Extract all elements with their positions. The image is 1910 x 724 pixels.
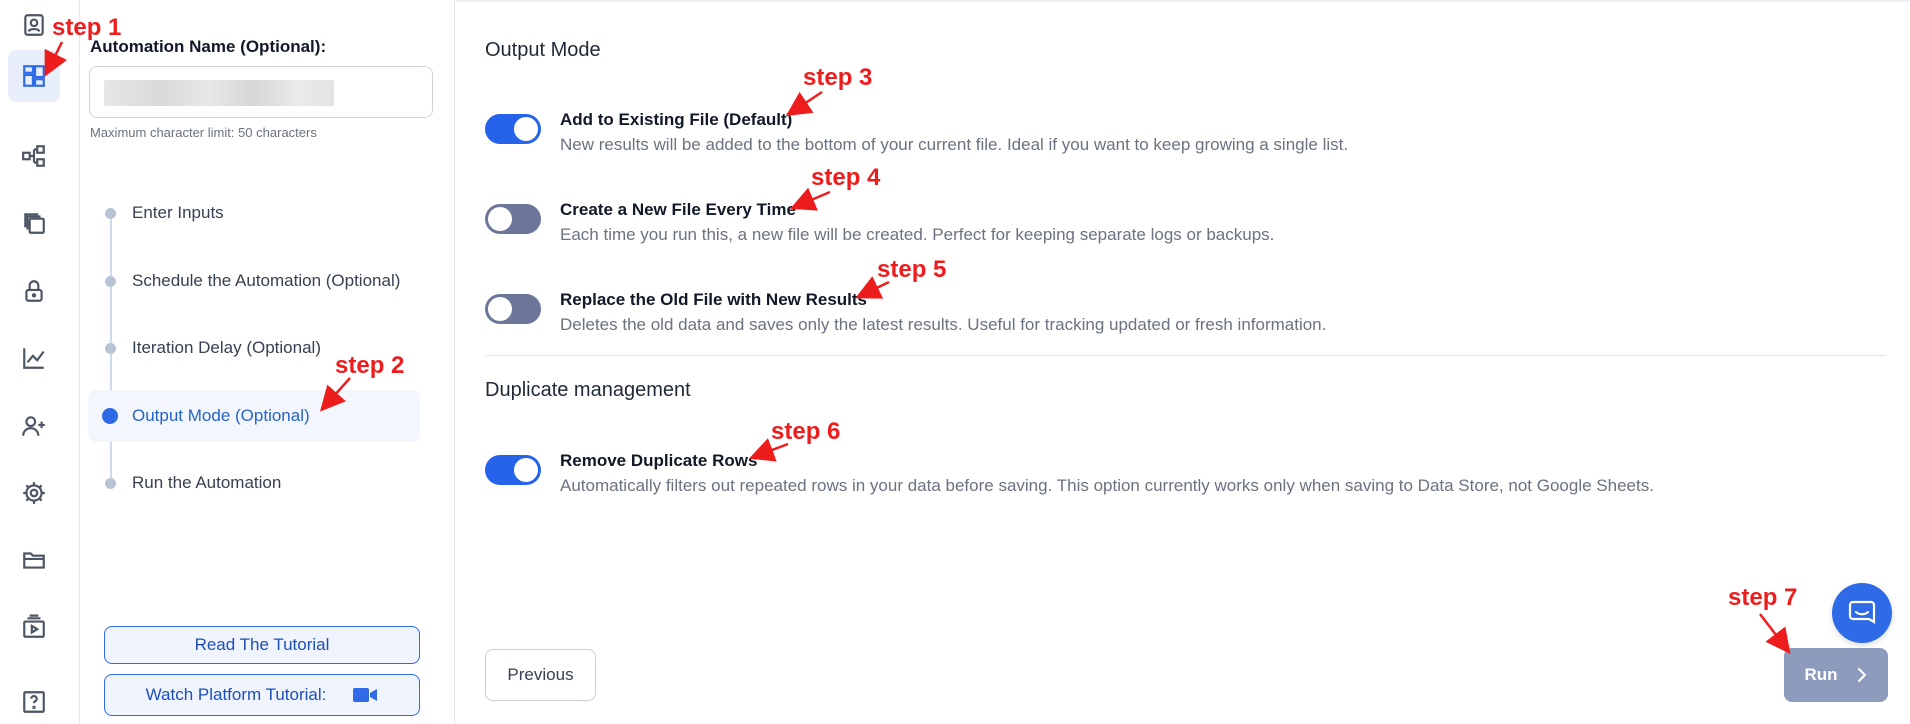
annotation-step-4: step 4 xyxy=(811,164,881,191)
chat-icon xyxy=(1848,600,1876,624)
option-description: Each time you run this, a new file will … xyxy=(560,225,1275,244)
toggle-knob xyxy=(514,458,538,482)
step-dot xyxy=(105,478,116,489)
option-title: Add to Existing File (Default) xyxy=(560,110,793,129)
copy-icon[interactable] xyxy=(14,203,54,243)
folder-icon[interactable] xyxy=(14,540,54,580)
char-limit-hint: Maximum character limit: 50 characters xyxy=(90,125,317,140)
lock-icon[interactable] xyxy=(14,271,54,311)
option-title: Create a New File Every Time xyxy=(560,200,796,219)
redacted-name-value xyxy=(104,80,334,106)
option-remove-duplicates: Remove Duplicate Rows Automatically filt… xyxy=(485,451,1885,515)
annotation-step-7: step 7 xyxy=(1728,584,1798,611)
automation-name-label: Automation Name (Optional): xyxy=(90,37,327,56)
step-output-mode[interactable]: Output Mode (Optional) xyxy=(88,390,420,442)
step-dot xyxy=(105,276,116,287)
section-divider xyxy=(485,355,1886,356)
app-root: Automation Name (Optional): Maximum char… xyxy=(0,0,1910,724)
watch-tutorial-label: Watch Platform Tutorial: xyxy=(145,685,327,704)
video-library-icon[interactable] xyxy=(14,607,54,647)
option-add-existing: Add to Existing File (Default) New resul… xyxy=(485,110,1885,174)
watch-tutorial-button[interactable]: Watch Platform Tutorial: xyxy=(104,674,420,716)
help-icon[interactable] xyxy=(14,682,54,722)
chevron-right-icon xyxy=(1857,668,1866,682)
previous-button[interactable]: Previous xyxy=(485,649,596,701)
annotation-step-6: step 6 xyxy=(771,418,841,445)
step-run-automation[interactable]: Run the Automation xyxy=(88,457,420,509)
run-button[interactable]: Run xyxy=(1784,648,1888,702)
video-camera-icon xyxy=(353,688,378,702)
duplicate-management-title: Duplicate management xyxy=(485,379,691,401)
run-label: Run xyxy=(1804,665,1838,684)
output-mode-title: Output Mode xyxy=(485,39,601,61)
icon-sidebar xyxy=(0,0,80,724)
option-description: Deletes the old data and saves only the … xyxy=(560,315,1327,334)
automation-name-input[interactable] xyxy=(89,66,433,118)
contact-icon[interactable] xyxy=(14,5,54,45)
toggle-knob xyxy=(488,207,512,231)
step-dot xyxy=(105,343,116,354)
analytics-icon[interactable] xyxy=(14,338,54,378)
step-enter-inputs[interactable]: Enter Inputs xyxy=(88,187,420,239)
workflow-icon[interactable] xyxy=(14,136,54,176)
step-label: Run the Automation xyxy=(132,473,282,492)
annotation-step-2: step 2 xyxy=(335,352,405,379)
option-description: New results will be added to the bottom … xyxy=(560,135,1349,154)
new-file-toggle[interactable] xyxy=(485,204,541,234)
step-dot xyxy=(105,208,116,219)
main-content: Output Mode Add to Existing File (Defaul… xyxy=(456,0,1910,724)
step-dot-active xyxy=(102,408,118,424)
dashboard-icon[interactable] xyxy=(8,50,60,102)
option-title: Remove Duplicate Rows xyxy=(560,451,758,470)
chat-support-button[interactable] xyxy=(1832,583,1892,643)
toggle-knob xyxy=(488,297,512,321)
read-tutorial-button[interactable]: Read The Tutorial xyxy=(104,626,420,664)
step-label: Output Mode (Optional) xyxy=(132,406,310,425)
annotation-step-5: step 5 xyxy=(877,256,947,283)
add-existing-toggle[interactable] xyxy=(485,114,541,144)
step-schedule[interactable]: Schedule the Automation (Optional) xyxy=(88,255,420,307)
read-tutorial-label: Read The Tutorial xyxy=(194,635,330,654)
previous-label: Previous xyxy=(507,665,574,684)
step-label: Schedule the Automation (Optional) xyxy=(132,271,401,290)
annotation-step-3: step 3 xyxy=(803,64,873,91)
gear-icon[interactable] xyxy=(14,473,54,513)
remove-duplicates-toggle[interactable] xyxy=(485,455,541,485)
option-replace-file: Replace the Old File with New Results De… xyxy=(485,290,1885,354)
step-label: Iteration Delay (Optional) xyxy=(132,338,321,357)
option-description: Automatically filters out repeated rows … xyxy=(560,476,1654,495)
toggle-knob xyxy=(514,117,538,141)
option-new-file: Create a New File Every Time Each time y… xyxy=(485,200,1885,264)
annotation-step-1: step 1 xyxy=(52,14,122,41)
replace-file-toggle[interactable] xyxy=(485,294,541,324)
add-user-icon[interactable] xyxy=(14,406,54,446)
step-label: Enter Inputs xyxy=(132,203,224,222)
option-title: Replace the Old File with New Results xyxy=(560,290,868,309)
